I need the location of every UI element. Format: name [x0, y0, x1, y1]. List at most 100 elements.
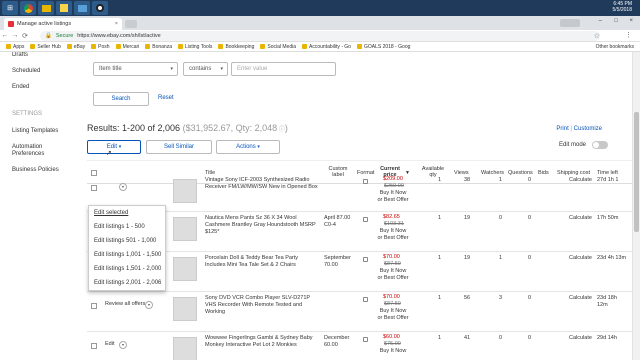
edit-button[interactable]: Edit ▾ [87, 140, 141, 154]
bookmark-item[interactable]: Accountability - Go [302, 44, 351, 50]
back-icon[interactable]: ← [0, 32, 10, 39]
taskbar-clock[interactable]: 6:45 PM 5/5/2018 [613, 1, 632, 13]
table-row[interactable]: ▾ Nautica Mens Pants Sz 36 X 34 Wool Cas… [87, 212, 632, 252]
item-price[interactable]: $60.00 [383, 334, 400, 341]
reset-link[interactable]: Reset [158, 95, 174, 101]
sidebar-item-ended[interactable]: Ended [12, 84, 29, 90]
tab-close-icon[interactable]: × [115, 21, 118, 27]
item-thumbnail[interactable] [173, 217, 197, 241]
item-thumbnail[interactable] [173, 297, 197, 321]
table-row[interactable]: ▾ Vintage Sony ICF-2003 Synthesized Radi… [87, 174, 632, 212]
row-checkbox[interactable] [91, 343, 97, 349]
menu-icon[interactable]: ⋮ [625, 31, 632, 39]
row-more-icon[interactable]: ▾ [119, 183, 127, 191]
item-title-link[interactable]: Sony DVD VCR Combo Player SLV-D271P VHS … [205, 295, 320, 316]
sidebar-item-business-policies[interactable]: Business Policies [12, 167, 59, 173]
item-qty[interactable]: 1 [438, 215, 441, 222]
item-price[interactable]: $82.65 [383, 214, 400, 221]
page-scrollbar[interactable] [632, 52, 640, 360]
bookmark-item[interactable]: Bookkeeping [218, 44, 254, 50]
item-title-link[interactable]: Wowwee Fingerlings Gambi & Sydney Baby M… [205, 335, 320, 349]
item-qty[interactable]: 1 [438, 177, 441, 184]
row-edit-link[interactable]: Review all offers [105, 301, 145, 308]
sell-similar-button[interactable]: Sell Similar [146, 140, 212, 154]
filter-value-input[interactable]: Enter value [231, 62, 336, 76]
table-row[interactable]: Edit ▾ Wowwee Fingerlings Gambi & Sydney… [87, 332, 632, 360]
dropdown-item-edit-1001-1500[interactable]: Edit listings 1,001 - 1,500 [94, 252, 161, 258]
bookmark-star-icon[interactable]: ☆ [594, 32, 600, 40]
chevron-down-icon: ▾ [220, 66, 223, 72]
item-shipping-calculate[interactable]: Calculate [569, 215, 592, 222]
obs-icon[interactable] [92, 1, 108, 15]
item-thumbnail[interactable] [173, 257, 197, 281]
profile-chip[interactable] [560, 19, 580, 27]
scrollbar-thumb[interactable] [634, 112, 639, 232]
chrome-icon[interactable] [20, 1, 36, 15]
bookmark-item[interactable]: Bonanza [145, 44, 172, 50]
tab-active[interactable]: Manage active listings × [4, 18, 122, 30]
bookmark-item[interactable]: Seller Hub [30, 44, 61, 50]
dropdown-item-edit-2001-2006[interactable]: Edit listings 2,001 - 2,006 [94, 280, 161, 286]
folder-icon[interactable] [38, 1, 54, 15]
sidebar-item-automation[interactable]: Automation Preferences [12, 144, 52, 158]
item-title-link[interactable]: Nautica Mens Pants Sz 36 X 34 Wool Cashm… [205, 215, 320, 236]
minimize-icon[interactable]: – [599, 18, 602, 24]
bookmark-item[interactable]: GOALS 2018 - Goog [356, 44, 410, 50]
item-price[interactable]: $209.00 [383, 176, 403, 183]
maximize-icon[interactable]: □ [614, 18, 618, 24]
item-qty[interactable]: 1 [438, 335, 441, 342]
other-bookmarks[interactable]: Other bookmarks [596, 44, 634, 50]
item-thumbnail[interactable] [173, 337, 197, 360]
actions-button[interactable]: Actions ▾ [216, 140, 280, 154]
address-bar[interactable]: 🔒 Secure https://www.ebay.com/sh/lst/act… [40, 31, 600, 41]
dropdown-item-edit-1501-2000[interactable]: Edit listings 1,501 - 2,000 [94, 266, 161, 272]
dropdown-item-edit-selected[interactable]: Edit selected [94, 210, 128, 216]
bookmark-item[interactable]: eBay [66, 44, 85, 50]
bookmark-item[interactable]: Social Media [260, 44, 296, 50]
item-shipping-calculate[interactable]: Calculate [569, 177, 592, 184]
bookmark-item[interactable]: Posh [91, 44, 110, 50]
table-row[interactable]: Review all offers ▾ Sony DVD VCR Combo P… [87, 292, 632, 332]
row-edit-link[interactable]: Edit [105, 341, 114, 348]
item-shipping-calculate[interactable]: Calculate [569, 295, 592, 302]
row-more-icon[interactable]: ▾ [145, 301, 153, 309]
item-qty[interactable]: 1 [438, 255, 441, 262]
item-price[interactable]: $70.00 [383, 294, 400, 301]
dropdown-item-edit-501-1000[interactable]: Edit listings 501 - 1,000 [94, 238, 156, 244]
sticky-icon[interactable] [56, 1, 72, 15]
customize-link[interactable]: Customize [574, 126, 602, 132]
row-more-icon[interactable]: ▾ [119, 341, 127, 349]
table-row[interactable]: Edit ▾ Porcelain Doll & Teddy Bear Tea P… [87, 252, 632, 292]
photos-icon[interactable] [74, 1, 90, 15]
item-shipping-calculate[interactable]: Calculate [569, 335, 592, 342]
print-link[interactable]: Print [556, 126, 568, 132]
info-icon[interactable]: ⓘ [277, 127, 285, 133]
bookmark-item[interactable]: Listing Tools [178, 44, 212, 50]
close-window-icon[interactable]: × [629, 18, 633, 24]
bookmark-item[interactable]: Mercari [115, 44, 139, 50]
row-checkbox[interactable] [91, 303, 97, 309]
filter-operator-select[interactable]: contains ▾ [183, 62, 228, 76]
item-title-link[interactable]: Porcelain Doll & Teddy Bear Tea Party In… [205, 255, 320, 269]
sidebar-item-listing-templates[interactable]: Listing Templates [12, 128, 58, 134]
search-button[interactable]: Search [93, 92, 149, 106]
new-tab-button[interactable] [125, 20, 137, 28]
forward-icon[interactable]: → [10, 32, 20, 39]
dropdown-item-edit-1-500[interactable]: Edit listings 1 - 500 [94, 224, 145, 230]
bookmark-favicon-icon [302, 44, 307, 49]
item-qty[interactable]: 1 [438, 295, 441, 302]
item-watchers: 3 [499, 295, 503, 301]
filter-field-select[interactable]: Item title ▾ [93, 62, 178, 76]
sidebar-item-scheduled[interactable]: Scheduled [12, 68, 40, 74]
item-questions: 0 [528, 215, 532, 221]
item-thumbnail[interactable] [173, 179, 197, 203]
item-shipping-calculate[interactable]: Calculate [569, 255, 592, 262]
reload-icon[interactable]: ⟳ [20, 32, 30, 40]
item-price[interactable]: $70.00 [383, 254, 400, 261]
edit-mode-toggle[interactable] [592, 141, 608, 149]
windows-icon[interactable]: ⊞ [2, 1, 18, 15]
item-title-link[interactable]: Vintage Sony ICF-2003 Synthesized Radio … [205, 177, 320, 191]
row-checkbox[interactable] [91, 185, 97, 191]
sidebar-item-drafts[interactable]: Drafts [12, 52, 28, 58]
bookmark-item[interactable]: Apps [6, 44, 24, 50]
